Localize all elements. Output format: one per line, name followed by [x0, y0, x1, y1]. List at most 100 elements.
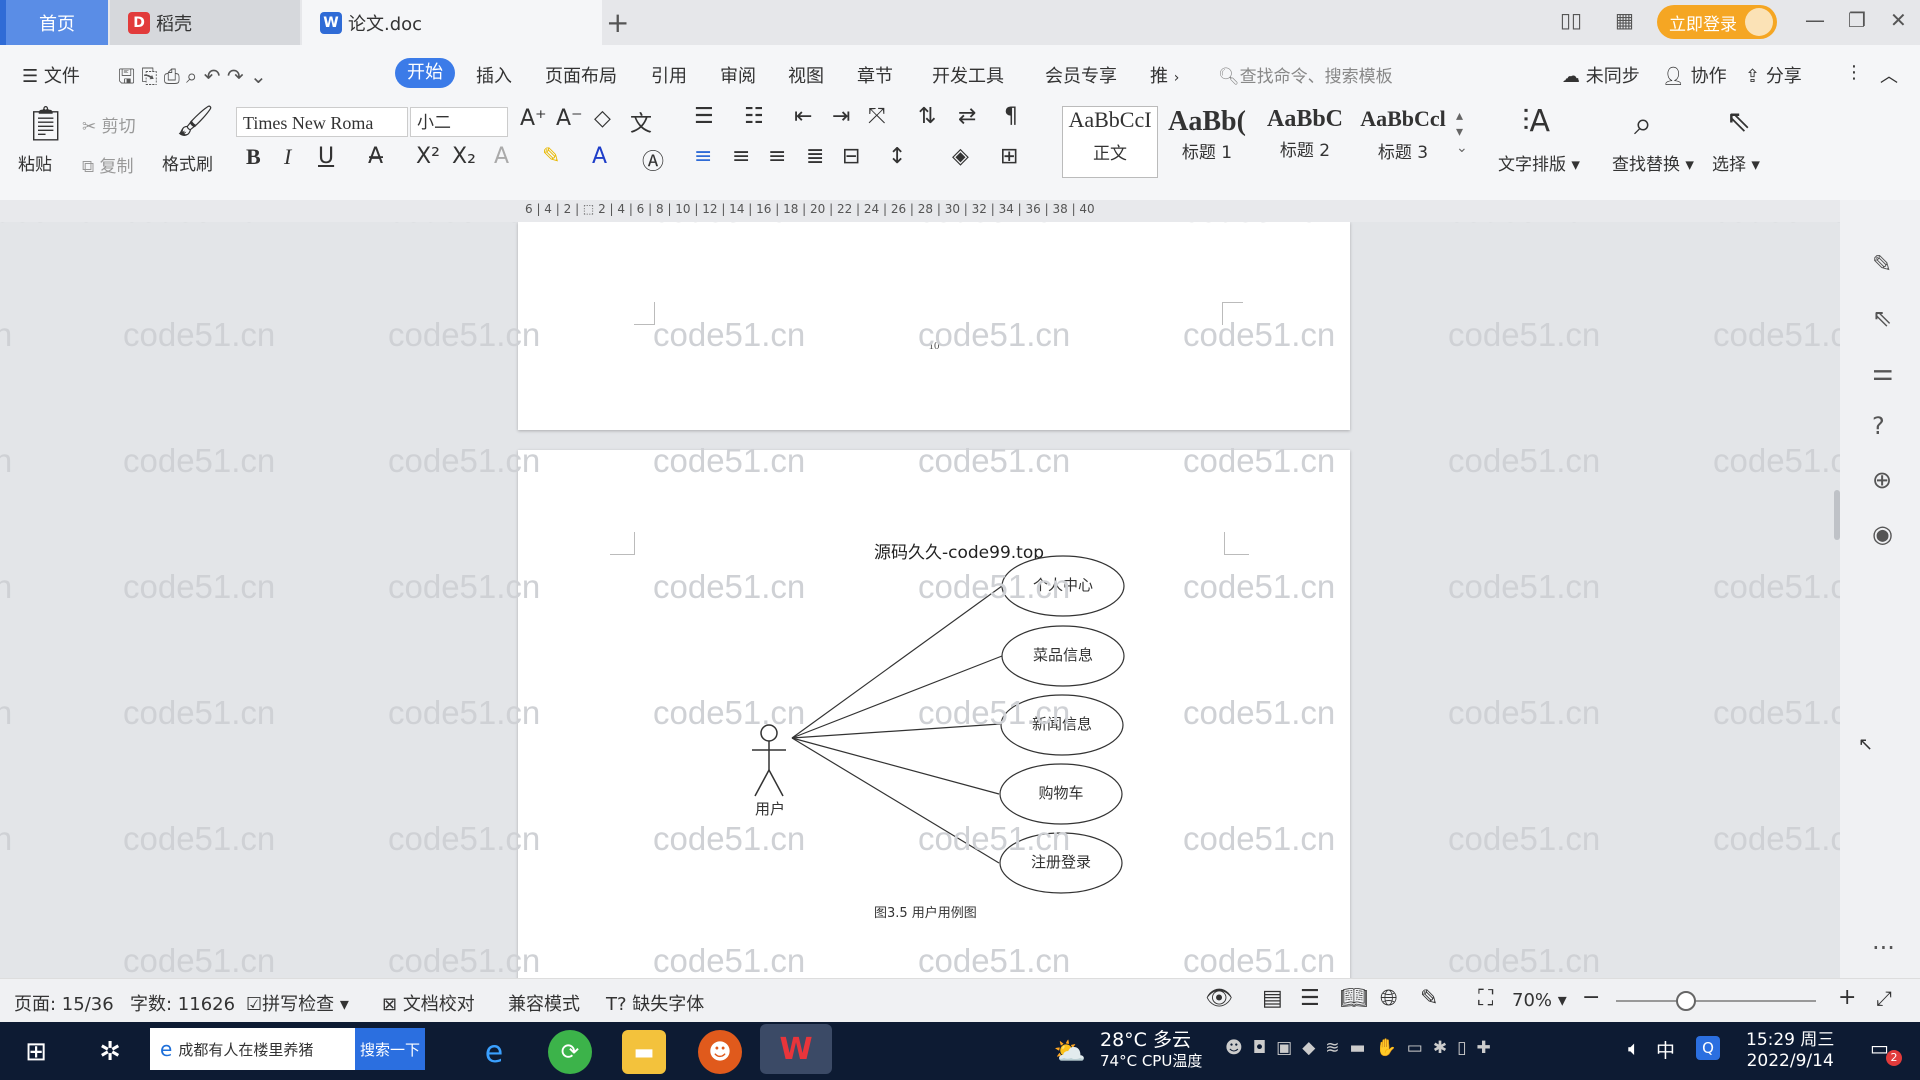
- paste-button[interactable]: 粘贴: [18, 150, 52, 175]
- show-marks-icon[interactable]: ¶: [1004, 104, 1018, 129]
- tab-document[interactable]: W 论文.doc: [302, 0, 602, 45]
- tab-view[interactable]: 视图: [788, 62, 824, 88]
- undo-icon[interactable]: ↶: [204, 64, 221, 88]
- file-explorer-icon[interactable]: ▬: [622, 1030, 666, 1074]
- web-view-icon[interactable]: 🌐︎: [1380, 986, 1398, 1011]
- shrink-font-icon[interactable]: A⁻: [556, 106, 583, 131]
- find-replace-button[interactable]: 查找替换 ▾: [1612, 150, 1694, 175]
- line-spacing-icon[interactable]: ↕: [888, 144, 906, 169]
- clock[interactable]: 15:29 周三 2022/9/14: [1746, 1030, 1834, 1072]
- tab-chapter[interactable]: 章节: [857, 62, 893, 88]
- taskbar-search-button[interactable]: 搜索一下: [355, 1028, 425, 1070]
- tab-member[interactable]: 会员专享: [1045, 62, 1117, 88]
- windows-start-icon[interactable]: ⊞: [14, 1030, 58, 1074]
- tab-dev-tools[interactable]: 开发工具: [932, 62, 1004, 88]
- browser-icon[interactable]: ⟳: [548, 1030, 592, 1074]
- word-count[interactable]: 字数: 11626: [130, 990, 235, 1016]
- tab-more[interactable]: 推 ›: [1150, 62, 1179, 88]
- more-options-icon[interactable]: ⋮: [1845, 62, 1863, 83]
- minimize-icon[interactable]: —: [1805, 8, 1825, 32]
- bullet-list-icon[interactable]: ☰: [694, 104, 714, 129]
- paste-icon[interactable]: 📋︎: [24, 104, 67, 144]
- save-icon[interactable]: 🖫: [118, 64, 135, 88]
- quick-access-toolbar[interactable]: 🖫 ⎘ ⎙ ⌕ ↶ ↷ ⌄: [118, 62, 267, 96]
- justify-icon[interactable]: ≣: [806, 144, 824, 169]
- location-icon[interactable]: ◉: [1872, 520, 1893, 548]
- highlight-icon[interactable]: ✎: [542, 144, 560, 169]
- superscript-icon[interactable]: X²: [416, 144, 440, 169]
- eye-protect-icon[interactable]: 👁︎: [1205, 986, 1233, 1011]
- wps-app-icon[interactable]: W: [760, 1024, 832, 1074]
- text-layout-button[interactable]: 文字排版 ▾: [1498, 150, 1580, 175]
- page-indicator[interactable]: 页面: 15/36: [14, 990, 114, 1016]
- tab-page-layout[interactable]: 页面布局: [545, 62, 617, 88]
- qq-icon[interactable]: Q: [1696, 1036, 1720, 1060]
- decrease-indent-icon[interactable]: ⇤: [794, 104, 812, 129]
- bold-icon[interactable]: B: [246, 144, 261, 170]
- select-button[interactable]: 选择 ▾: [1712, 150, 1760, 175]
- sync-button[interactable]: ☁ 未同步: [1562, 62, 1640, 88]
- redo-icon[interactable]: ↷: [227, 64, 244, 88]
- grow-font-icon[interactable]: A⁺: [520, 106, 547, 131]
- pinyin-icon[interactable]: 文: [630, 106, 652, 138]
- document-workspace[interactable]: 10 源码久久-code99.top 个人中心 菜品信息 新闻信息 购物车 注册…: [0, 222, 1840, 978]
- app-orange-icon[interactable]: ☻: [698, 1030, 742, 1074]
- pinwheel-app-icon[interactable]: ✲: [88, 1030, 132, 1074]
- numbered-list-icon[interactable]: ☷: [744, 104, 764, 129]
- zoom-slider[interactable]: [1616, 1000, 1816, 1002]
- tab-insert[interactable]: 插入: [476, 62, 512, 88]
- style-heading-2[interactable]: AaBbC 标题 2: [1258, 106, 1352, 176]
- zoom-select[interactable]: 70% ▾: [1512, 990, 1567, 1011]
- fullscreen-icon[interactable]: ⤢: [1876, 986, 1892, 1010]
- help-icon[interactable]: ?: [1872, 412, 1885, 440]
- text-layout-icon[interactable]: ⫶A: [1522, 104, 1550, 139]
- more-icon[interactable]: ···: [1872, 934, 1895, 962]
- apps-grid-icon[interactable]: ▦: [1615, 8, 1634, 32]
- styles-scroll-icon[interactable]: ▴ ▾ ⌄: [1456, 108, 1468, 156]
- clear-format-icon[interactable]: ◇: [594, 106, 611, 131]
- zoom-out-icon[interactable]: −: [1582, 985, 1600, 1010]
- close-icon[interactable]: ✕: [1890, 8, 1907, 32]
- command-search[interactable]: 🔍︎查找命令、搜索模板: [1218, 62, 1393, 87]
- borders-icon[interactable]: ⊞: [1000, 144, 1018, 169]
- print-icon[interactable]: ⎙: [164, 64, 180, 88]
- shading-icon[interactable]: ◈: [952, 144, 969, 169]
- tab-home[interactable]: 首页: [0, 0, 108, 45]
- volume-icon[interactable]: 🔈︎: [1628, 1036, 1640, 1060]
- find-icon[interactable]: ⌕: [1634, 104, 1652, 143]
- font-size-select[interactable]: 小二: [410, 107, 508, 137]
- font-name-select[interactable]: Times New Roma: [236, 107, 408, 137]
- underline-icon[interactable]: U: [318, 144, 334, 169]
- strikethrough-icon[interactable]: A̶: [368, 144, 383, 169]
- distribute-icon[interactable]: ⊟: [842, 144, 860, 169]
- tab-references[interactable]: 引用: [651, 62, 687, 88]
- sliders-icon[interactable]: ⚌: [1872, 358, 1894, 386]
- style-normal[interactable]: AaBbCcI 正文: [1062, 106, 1158, 178]
- layout-icon[interactable]: ▯▯: [1560, 8, 1582, 32]
- select-cursor-icon[interactable]: ⇖: [1726, 104, 1751, 139]
- align-right-icon[interactable]: ≡: [768, 144, 786, 169]
- copy-button[interactable]: ⧉ 复制: [82, 152, 134, 177]
- sort-icon[interactable]: ⇅: [918, 104, 936, 129]
- cursor-icon[interactable]: ⇖: [1872, 304, 1892, 332]
- style-heading-1[interactable]: AaBb(标题 1: [1160, 106, 1254, 176]
- subscript-icon[interactable]: X₂: [452, 144, 476, 169]
- doc-proof-button[interactable]: ⊠ 文档校对: [382, 990, 475, 1016]
- align-center-icon[interactable]: ≡: [732, 144, 750, 169]
- increase-indent-icon[interactable]: ⇥: [832, 104, 850, 129]
- login-button[interactable]: 立即登录: [1657, 5, 1777, 39]
- export-pdf-icon[interactable]: ⎘: [141, 64, 157, 88]
- italic-icon[interactable]: I: [284, 144, 291, 170]
- missing-font-button[interactable]: T? 缺失字体: [606, 990, 704, 1016]
- fit-page-icon[interactable]: ⛶: [1478, 986, 1493, 1011]
- chevron-down-icon[interactable]: ⌄: [250, 64, 267, 88]
- format-painter-button[interactable]: 格式刷: [162, 150, 213, 175]
- chinese-layout-icon[interactable]: ⤧: [868, 104, 886, 129]
- tab-review[interactable]: 审阅: [720, 62, 756, 88]
- backup-icon[interactable]: ⊕: [1872, 466, 1892, 494]
- file-menu[interactable]: ☰ 文件: [22, 62, 80, 88]
- tab-start[interactable]: 开始: [395, 58, 455, 88]
- restore-icon[interactable]: ❐: [1848, 8, 1866, 32]
- internet-explorer-icon[interactable]: e: [472, 1030, 516, 1074]
- preview-icon[interactable]: ⌕: [186, 64, 197, 88]
